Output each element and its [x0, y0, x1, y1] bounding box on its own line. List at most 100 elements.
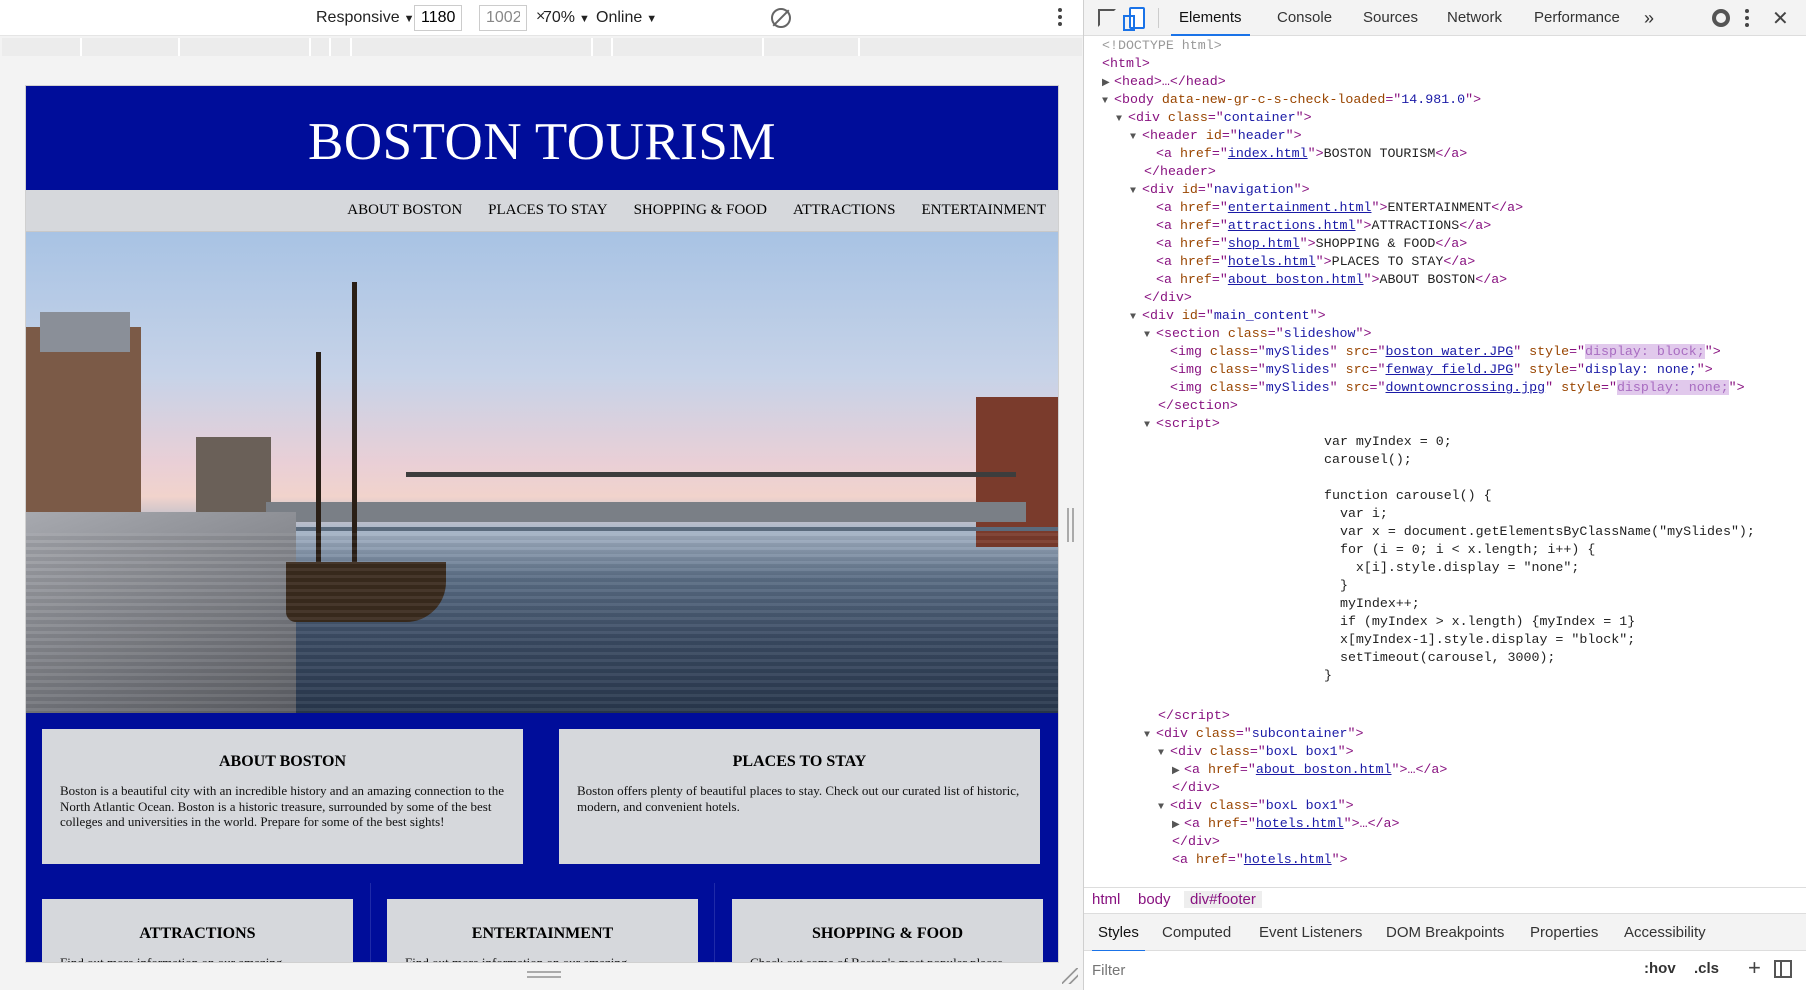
styles-filter-input[interactable]	[1092, 958, 1572, 982]
href-link[interactable]: about_boston.html	[1256, 762, 1392, 777]
toggle-sidebar-icon[interactable]	[1774, 960, 1792, 978]
dom-img[interactable]: <img class="mySlides" src="fenway_field.…	[1170, 361, 1713, 379]
zoom-select[interactable]: 70% ▼	[543, 8, 590, 28]
nav-link-about[interactable]: ABOUT BOSTON	[347, 190, 462, 231]
dom-navigation[interactable]: ▼ <div id="navigation">	[1130, 181, 1310, 199]
dom-script-close[interactable]: </script>	[1158, 707, 1230, 725]
dom-div-close[interactable]: </div>	[1144, 289, 1192, 307]
nav-link-places[interactable]: PLACES TO STAY	[488, 190, 607, 231]
network-throttle-select[interactable]: Online ▼	[596, 8, 657, 28]
href-link[interactable]: hotels.html	[1228, 254, 1316, 269]
href-link[interactable]: hotels.html	[1256, 816, 1344, 831]
breadcrumb-body[interactable]: body	[1138, 891, 1171, 908]
dom-section[interactable]: ▼ <section class="slideshow">	[1144, 325, 1372, 343]
tab-network[interactable]: Network	[1447, 0, 1502, 36]
tab-accessibility[interactable]: Accessibility	[1624, 914, 1706, 952]
dom-nav-link[interactable]: <a href="attractions.html">ATTRACTIONS</…	[1156, 217, 1491, 235]
tab-performance[interactable]: Performance	[1534, 0, 1620, 36]
dom-nav-link[interactable]: <a href="entertainment.html">ENTERTAINME…	[1156, 199, 1523, 217]
more-options-icon[interactable]	[1057, 8, 1063, 28]
href-link[interactable]: attractions.html	[1228, 218, 1356, 233]
tab-sources[interactable]: Sources	[1363, 0, 1418, 36]
breadcrumb-html[interactable]: html	[1092, 891, 1120, 908]
collapse-triangle-icon[interactable]: ▼	[1144, 727, 1156, 745]
tab-event-listeners[interactable]: Event Listeners	[1259, 914, 1362, 952]
inspect-element-icon[interactable]	[1098, 9, 1116, 27]
tab-console[interactable]: Console	[1277, 0, 1332, 36]
box-places-to-stay[interactable]: PLACES TO STAY Boston offers plenty of b…	[559, 729, 1040, 864]
dom-box[interactable]: ▼ <div class="boxL box1">	[1158, 743, 1354, 761]
dom-body[interactable]: ▼ <body data-new-gr-c-s-check-loaded="14.…	[1102, 91, 1481, 109]
width-input[interactable]	[414, 5, 462, 31]
dom-div-close[interactable]: </div>	[1172, 779, 1220, 797]
tab-dom-breakpoints[interactable]: DOM Breakpoints	[1386, 914, 1504, 952]
href-link[interactable]: about_boston.html	[1228, 272, 1364, 287]
box-entertainment[interactable]: ENTERTAINMENT Find out more information …	[387, 899, 698, 962]
href-link[interactable]: shop.html	[1228, 236, 1300, 251]
dom-box-link[interactable]: <a href="hotels.html">	[1172, 851, 1348, 869]
collapse-triangle-icon[interactable]: ▼	[1116, 111, 1128, 129]
tab-properties[interactable]: Properties	[1530, 914, 1598, 952]
dom-box-link[interactable]: ▶ <a href="hotels.html">…</a>	[1172, 815, 1399, 833]
dom-div-close[interactable]: </div>	[1172, 833, 1220, 851]
viewport-width-resize-handle[interactable]	[1067, 508, 1074, 542]
close-icon[interactable]: ✕	[1772, 6, 1789, 31]
tab-elements[interactable]: Elements	[1171, 0, 1250, 36]
tab-computed[interactable]: Computed	[1162, 914, 1231, 952]
box-attractions[interactable]: ATTRACTIONS Find out more information on…	[42, 899, 353, 962]
dom-script[interactable]: ▼ <script>	[1144, 415, 1220, 433]
href-link[interactable]: hotels.html	[1244, 852, 1332, 867]
box-shopping-food[interactable]: SHOPPING & FOOD Check out some of Boston…	[732, 899, 1043, 962]
dom-header[interactable]: ▼ <header id="header">	[1130, 127, 1302, 145]
viewport-corner-resize-handle[interactable]	[1062, 968, 1078, 984]
collapse-triangle-icon[interactable]: ▼	[1158, 799, 1170, 817]
tab-styles[interactable]: Styles	[1092, 914, 1145, 952]
dom-box[interactable]: ▼ <div class="boxL box1">	[1158, 797, 1354, 815]
dom-nav-link[interactable]: <a href="hotels.html">PLACES TO STAY</a>	[1156, 253, 1475, 271]
dom-container[interactable]: ▼ <div class="container">	[1116, 109, 1312, 127]
dom-subcontainer[interactable]: ▼ <div class="subcontainer">	[1144, 725, 1364, 743]
src-link[interactable]: fenway_field.JPG	[1386, 362, 1514, 377]
collapse-triangle-icon[interactable]: ▼	[1144, 417, 1156, 435]
dom-header-close[interactable]: </header>	[1144, 163, 1216, 181]
breadcrumb-footer[interactable]: div#footer	[1184, 891, 1262, 908]
dom-box-link[interactable]: ▶ <a href="about_boston.html">…</a>	[1172, 761, 1447, 779]
dom-img[interactable]: <img class="mySlides" src="downtowncross…	[1170, 379, 1745, 397]
rotate-icon[interactable]	[771, 8, 791, 28]
class-toggle[interactable]: .cls	[1694, 960, 1719, 977]
nav-link-entertainment[interactable]: ENTERTAINMENT	[921, 190, 1046, 231]
height-input[interactable]	[479, 5, 527, 31]
dom-doctype[interactable]: <!DOCTYPE html>	[1102, 37, 1222, 55]
viewport-height-resize-handle[interactable]	[527, 971, 561, 978]
dom-html[interactable]: <html>	[1102, 55, 1150, 73]
src-link[interactable]: downtowncrossing.jpg	[1386, 380, 1546, 395]
nav-link-shopping[interactable]: SHOPPING & FOOD	[634, 190, 767, 231]
more-tabs-button[interactable]: »	[1644, 0, 1654, 36]
dom-section-close[interactable]: </section>	[1158, 397, 1238, 415]
plus-icon[interactable]: +	[1748, 955, 1761, 981]
media-query-bar[interactable]	[2, 38, 1082, 56]
collapse-triangle-icon[interactable]: ▼	[1130, 183, 1142, 201]
href-link[interactable]: entertainment.html	[1228, 200, 1372, 215]
dom-main-content[interactable]: ▼ <div id="main_content">	[1130, 307, 1326, 325]
collapse-triangle-icon[interactable]: ▼	[1130, 309, 1142, 327]
href-link[interactable]: index.html	[1228, 146, 1308, 161]
dom-head[interactable]: ▶ <head>…</head>	[1102, 73, 1226, 91]
dom-header-link[interactable]: <a href="index.html">BOSTON TOURISM</a>	[1156, 145, 1467, 163]
collapse-triangle-icon[interactable]: ▼	[1102, 93, 1114, 111]
src-link[interactable]: boston_water.JPG	[1386, 344, 1514, 359]
collapse-triangle-icon[interactable]: ▼	[1158, 745, 1170, 763]
device-select[interactable]: Responsive ▼	[316, 8, 415, 28]
box-about-boston[interactable]: ABOUT BOSTON Boston is a beautiful city …	[42, 729, 523, 864]
collapse-triangle-icon[interactable]: ▼	[1144, 327, 1156, 345]
nav-link-attractions[interactable]: ATTRACTIONS	[793, 190, 896, 231]
hover-state-toggle[interactable]: :hov	[1644, 960, 1676, 977]
dom-nav-link[interactable]: <a href="shop.html">SHOPPING & FOOD</a>	[1156, 235, 1467, 253]
collapse-triangle-icon[interactable]: ▼	[1130, 129, 1142, 147]
toggle-device-toolbar-icon[interactable]	[1123, 7, 1145, 31]
site-title-link[interactable]: BOSTON TOURISM	[308, 112, 776, 172]
customize-menu-icon[interactable]	[1745, 9, 1749, 30]
dom-img[interactable]: <img class="mySlides" src="boston_water.…	[1170, 343, 1721, 361]
dom-nav-link[interactable]: <a href="about_boston.html">ABOUT BOSTON…	[1156, 271, 1507, 289]
settings-gear-icon[interactable]	[1712, 9, 1730, 27]
